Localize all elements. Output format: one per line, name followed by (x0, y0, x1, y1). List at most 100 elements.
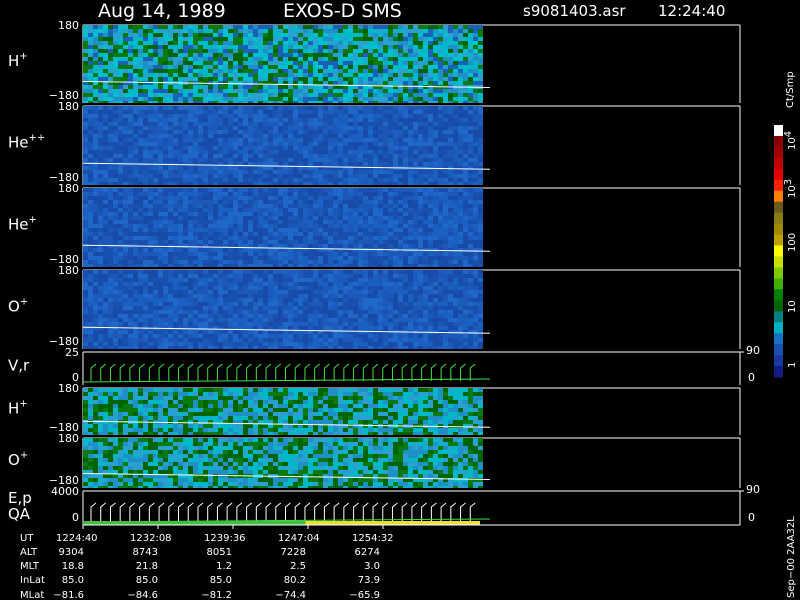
heatmap-cell (343, 178, 348, 182)
heatmap-cell (173, 256, 178, 260)
heatmap-cell (238, 97, 243, 101)
heatmap-cell (183, 65, 188, 69)
heatmap-cell (213, 256, 218, 260)
heatmap-cell (448, 97, 453, 101)
heatmap-cell (393, 256, 398, 260)
heatmap-cell (388, 69, 393, 73)
heatmap-cell (83, 101, 88, 103)
heatmap-cell (98, 33, 103, 37)
heatmap-cell (423, 89, 428, 93)
heatmap-cell (123, 228, 128, 232)
heatmap-cell (408, 158, 413, 162)
heatmap-cell (128, 53, 133, 57)
heatmap-cell (443, 77, 448, 81)
heatmap-cell (258, 61, 263, 65)
heatmap-cell (233, 208, 238, 212)
heatmap-cell (478, 232, 483, 236)
heatmap-cell (168, 170, 173, 174)
heatmap-cell (403, 274, 408, 278)
heatmap-cell (168, 126, 173, 130)
heatmap-cell (438, 41, 443, 45)
heatmap-cell (128, 77, 133, 81)
heatmap-cell (428, 97, 433, 101)
heatmap-cell (163, 192, 168, 196)
heatmap-cell (313, 196, 318, 200)
heatmap-cell (378, 170, 383, 174)
heatmap-cell (383, 93, 388, 97)
heatmap-cell (358, 236, 363, 240)
heatmap-cell (288, 65, 293, 69)
heatmap-cell (198, 69, 203, 73)
heatmap-cell (398, 220, 403, 224)
heatmap-cell (328, 53, 333, 57)
heatmap-cell (118, 97, 123, 101)
heatmap-cell (83, 232, 88, 236)
heatmap-cell (323, 114, 328, 118)
heatmap-cell (118, 188, 123, 192)
heatmap-cell (208, 158, 213, 162)
heatmap-cell (143, 85, 148, 89)
heatmap-cell (163, 77, 168, 81)
heatmap-cell (173, 200, 178, 204)
heatmap-cell (343, 244, 348, 248)
heatmap-cell (308, 29, 313, 33)
heatmap-cell (123, 49, 128, 53)
heatmap-cell (148, 126, 153, 130)
heatmap-cell (358, 114, 363, 118)
heatmap-cell (213, 122, 218, 126)
heatmap-cell (238, 106, 243, 110)
heatmap-cell (398, 232, 403, 236)
heatmap-cell (233, 212, 238, 216)
heatmap-cell (398, 192, 403, 196)
heatmap-cell (363, 162, 368, 166)
heatmap-cell (263, 126, 268, 130)
heatmap-cell (158, 138, 163, 142)
heatmap-cell (103, 220, 108, 224)
heatmap-cell (408, 142, 413, 146)
heatmap-cell (313, 158, 318, 162)
heatmap-cell (303, 264, 308, 267)
heatmap-cell (208, 93, 213, 97)
heatmap-cell (183, 118, 188, 122)
heatmap-cell (368, 49, 373, 53)
heatmap-cell (148, 37, 153, 41)
heatmap-cell (173, 25, 178, 29)
heatmap-cell (478, 65, 483, 69)
heatmap-cell (278, 114, 283, 118)
heatmap-cell (113, 61, 118, 65)
heatmap-cell (283, 196, 288, 200)
heatmap-cell (358, 212, 363, 216)
heatmap-cell (413, 73, 418, 77)
heatmap-cell (383, 264, 388, 267)
heatmap-cell (103, 158, 108, 162)
heatmap-cell (378, 178, 383, 182)
heatmap-cell (478, 196, 483, 200)
heatmap-cell (418, 252, 423, 256)
heatmap-cell (103, 182, 108, 185)
heatmap-cell (223, 256, 228, 260)
heatmap-cell (173, 33, 178, 37)
heatmap-cell (288, 208, 293, 212)
heatmap-cell (298, 270, 303, 274)
heatmap-cell (218, 200, 223, 204)
heatmap-cell (278, 65, 283, 69)
heatmap-cell (238, 114, 243, 118)
heatmap-cell (168, 89, 173, 93)
heatmap-cell (318, 97, 323, 101)
heatmap-cell (368, 69, 373, 73)
heatmap-cell (238, 192, 243, 196)
heatmap-cell (218, 85, 223, 89)
heatmap-cell (108, 53, 113, 57)
heatmap-cell (98, 260, 103, 264)
heatmap-cell (408, 228, 413, 232)
heatmap-cell (103, 49, 108, 53)
heatmap-cell (333, 89, 338, 93)
heatmap-cell (388, 134, 393, 138)
heatmap-cell (118, 33, 123, 37)
heatmap-cell (463, 270, 468, 274)
heatmap-cell (303, 53, 308, 57)
heatmap-cell (258, 130, 263, 134)
heatmap-cell (123, 77, 128, 81)
heatmap-cell (433, 81, 438, 85)
heatmap-cell (153, 77, 158, 81)
